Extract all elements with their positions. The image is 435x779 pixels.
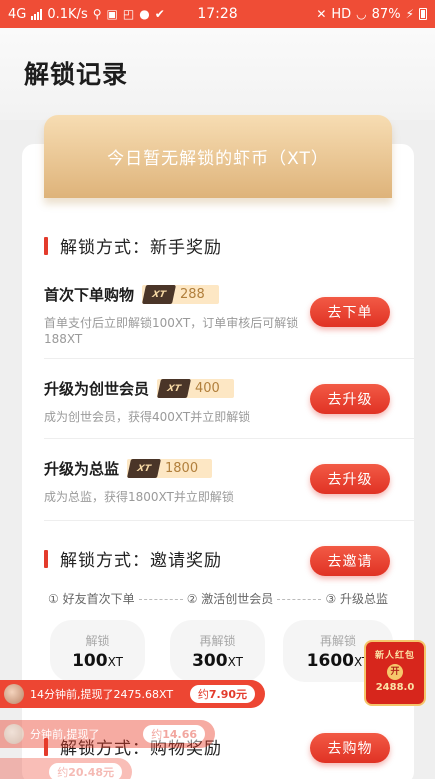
reward-value: 100XT [50, 651, 145, 671]
section-label: 解锁方式：新手奖励 [60, 238, 222, 258]
pill-value: 20.48元 [68, 766, 114, 779]
section-newbie-title: 解锁方式：新手奖励 [44, 233, 222, 258]
xt-tag: XT [156, 379, 192, 398]
divider [44, 520, 414, 521]
reward-unit: XT [227, 655, 243, 669]
reward-amount: 100 [72, 651, 108, 671]
upgrade-member-button[interactable]: 去升级 [310, 384, 390, 414]
envelope-title: 新人红包 [374, 651, 415, 661]
toast-text: 分钟前,提现了 [30, 728, 100, 741]
reward-card: 解锁 100XT [50, 620, 145, 682]
reward-value: 300XT [170, 651, 265, 671]
usb-icon: ⚲ [92, 7, 102, 21]
withdraw-toast: 分钟前,提现了 约14.66 [0, 720, 215, 748]
toast-pill: 约20.48元 [49, 763, 122, 779]
reward-card: 再解锁 300XT [170, 620, 265, 682]
toast-pill: 约7.90元 [189, 685, 255, 703]
reward-label: 再解锁 [199, 634, 236, 648]
upgrade-director-button[interactable]: 去升级 [310, 464, 390, 494]
pill-value: 7.90元 [208, 688, 247, 701]
invite-steps: ① 好友首次下单 ② 激活创世会员 ③ 升级总监 [48, 590, 388, 607]
section-invite-title: 解锁方式：邀请奖励 [44, 546, 222, 571]
avatar [4, 724, 24, 744]
shop-button[interactable]: 去购物 [310, 733, 390, 763]
reward-label: 解锁 [85, 634, 110, 648]
xt-badge: XT 400 [156, 379, 234, 398]
toast-text: 14分钟前,提现了2475.68XT [30, 688, 174, 701]
invite-step: ③ 升级总监 [325, 592, 389, 606]
xt-amount: 400 [195, 381, 220, 396]
pill-prefix: 约 [57, 766, 69, 779]
section-label: 解锁方式：邀请奖励 [60, 551, 222, 571]
status-right: ✕ HD ◡ 87% ⚡ [316, 7, 427, 22]
step-connector [138, 590, 183, 600]
withdraw-toast: 约20.48元 [0, 758, 132, 779]
envelope-amount: 2488.0 [375, 682, 415, 693]
task-desc: 首单支付后立即解锁100XT，订单审核后可解锁188XT [44, 316, 299, 346]
signal-icon [31, 8, 43, 20]
chat-icon: ● [139, 7, 150, 21]
page-title: 解锁记录 [24, 60, 129, 89]
section-marker [44, 549, 48, 568]
xt-tag: XT [126, 459, 162, 478]
toast-pill: 约14.66 [143, 725, 205, 743]
task-desc: 成为总监，获得1800XT并立即解锁 [44, 490, 234, 504]
invite-button[interactable]: 去邀请 [310, 546, 390, 576]
red-envelope[interactable]: 新人红包 开 2488.0 [364, 640, 426, 706]
task-name: 升级为总监 [44, 460, 120, 478]
pill-prefix: 约 [151, 728, 163, 741]
reward-amount: 300 [192, 651, 228, 671]
task-desc: 成为创世会员，获得400XT并立即解锁 [44, 410, 251, 424]
pill-value: 14.66 [162, 728, 197, 741]
mute-icon: ✕ [316, 7, 327, 21]
charging-icon: ⚡ [405, 7, 414, 21]
task-name: 首次下单购物 [44, 286, 135, 304]
reward-unit: XT [107, 655, 123, 669]
avatar [4, 684, 24, 704]
invite-step: ② 激活创世会员 [186, 592, 274, 606]
task-name: 升级为创世会员 [44, 380, 150, 398]
place-order-button[interactable]: 去下单 [310, 297, 390, 327]
xt-amount: 1800 [165, 461, 199, 476]
step-connector [277, 590, 322, 600]
unlock-banner: 今日暂无解锁的虾币（XT） [44, 115, 392, 198]
withdraw-toast: 14分钟前,提现了2475.68XT 约7.90元 [0, 680, 265, 708]
app-icon: ▣ [106, 7, 118, 21]
network-label: 4G [8, 6, 27, 22]
check-icon: ✔ [154, 7, 165, 21]
invite-step: ① 好友首次下单 [48, 592, 135, 606]
pill-prefix: 约 [197, 688, 209, 701]
section-marker [44, 236, 48, 255]
battery-icon [419, 8, 427, 20]
divider [44, 438, 414, 439]
envelope-open-icon: 开 [387, 664, 403, 680]
hd-label: HD [331, 6, 352, 22]
network-speed: 0.1K/s [47, 6, 88, 22]
wifi-icon: ◡ [356, 7, 367, 21]
gallery-icon: ◰ [122, 7, 135, 21]
xt-badge: XT 1800 [126, 459, 213, 478]
xt-tag: XT [141, 285, 177, 304]
xt-amount: 288 [180, 287, 205, 302]
status-left: 4G 0.1K/s ⚲ ▣ ◰ ● ✔ [8, 7, 316, 22]
battery-label: 87% [371, 6, 401, 22]
status-bar: 4G 0.1K/s ⚲ ▣ ◰ ● ✔ 17:28 ✕ HD ◡ 87% ⚡ [0, 0, 435, 28]
divider [44, 358, 414, 359]
reward-amount: 1600 [306, 651, 354, 671]
xt-badge: XT 288 [141, 285, 219, 304]
